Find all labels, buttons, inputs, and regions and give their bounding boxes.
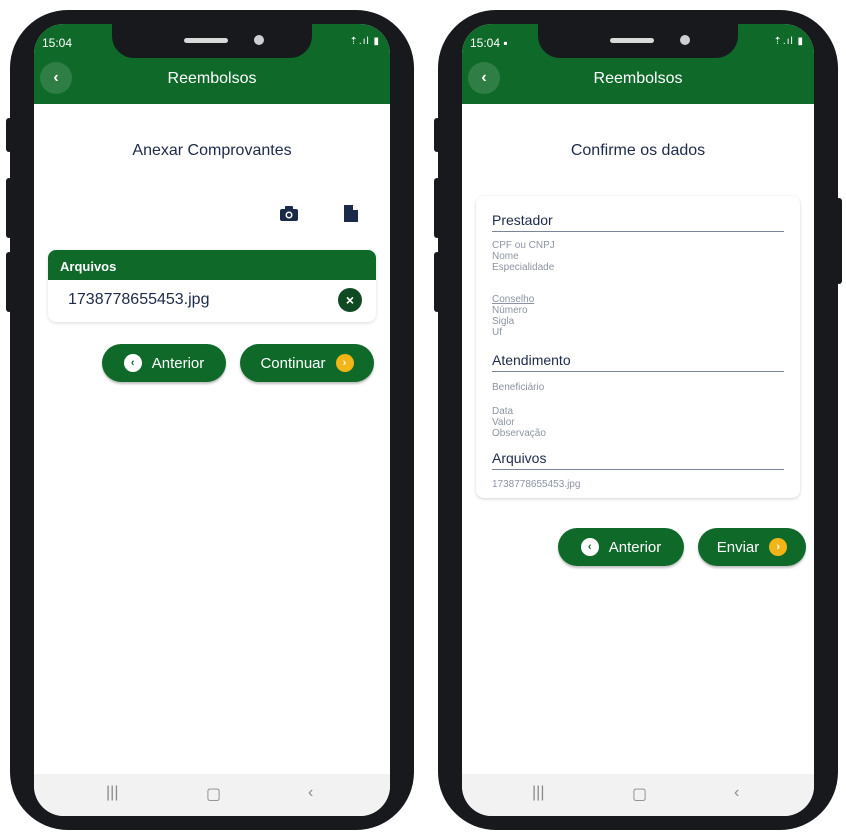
file-name: 1738778655453.jpg <box>68 291 210 308</box>
side-button <box>6 252 12 312</box>
status-icons: ⇡.ıl ▮ <box>349 36 380 47</box>
field-observacao: Observação <box>492 428 546 439</box>
screen: 15:04 ▪ ⇡.ıl ▮ ‹ Reembolsos Confirme os … <box>462 24 814 816</box>
file-button[interactable] <box>340 202 362 224</box>
close-icon: × <box>345 292 355 308</box>
field-conselho: Conselho <box>492 294 535 305</box>
app-bar-title: Reembolsos <box>167 70 257 87</box>
status-time: 15:04 ▪ <box>470 36 508 50</box>
screen: 15:04 ⇡.ıl ▮ ‹ Reembolsos Anexar Comprov… <box>34 24 390 816</box>
files-header: Arquivos <box>48 250 376 280</box>
confirm-card: Prestador CPF ou CNPJ Nome Especialidade… <box>476 196 800 498</box>
notch <box>112 24 312 58</box>
send-label: Enviar <box>716 538 760 556</box>
chevron-left-icon: ‹ <box>580 538 599 556</box>
system-nav-bar: ||| ▢ ‹ <box>462 774 814 816</box>
notch <box>538 24 738 58</box>
chevron-right-icon: › <box>335 354 354 372</box>
app-bar: ‹ Reembolsos <box>462 56 814 104</box>
field-numero: Número <box>492 305 528 316</box>
send-button[interactable]: Enviar › <box>698 528 806 566</box>
section-arquivos: Arquivos <box>492 450 784 470</box>
previous-button[interactable]: ‹ Anterior <box>102 344 226 382</box>
side-button <box>836 198 842 284</box>
field-cpf-cnpj: CPF ou CNPJ <box>492 240 555 251</box>
field-nome: Nome <box>492 251 519 262</box>
back-icon[interactable]: ‹ <box>734 784 739 802</box>
file-row: 1738778655453.jpg × <box>48 280 376 322</box>
side-button <box>434 252 440 312</box>
section-prestador: Prestador <box>492 212 784 232</box>
previous-button[interactable]: ‹ Anterior <box>558 528 684 566</box>
recent-apps-icon[interactable]: ||| <box>106 784 118 802</box>
camera-icon <box>280 205 298 221</box>
field-valor: Valor <box>492 417 515 428</box>
phone-left: 15:04 ⇡.ıl ▮ ‹ Reembolsos Anexar Comprov… <box>6 10 414 830</box>
side-button <box>6 178 12 238</box>
speaker <box>610 38 654 43</box>
front-camera <box>680 35 690 45</box>
page-title: Confirme os dados <box>570 142 706 159</box>
chevron-left-icon: ‹ <box>123 354 142 372</box>
side-button <box>434 178 440 238</box>
app-bar-title: Reembolsos <box>593 70 683 87</box>
speaker <box>184 38 228 43</box>
field-file-name: 1738778655453.jpg <box>492 479 581 490</box>
camera-button[interactable] <box>278 202 300 224</box>
continue-label: Continuar <box>260 354 326 372</box>
previous-label: Anterior <box>608 538 662 556</box>
side-button <box>434 118 440 152</box>
remove-file-button[interactable]: × <box>338 288 362 312</box>
back-icon[interactable]: ‹ <box>308 784 313 802</box>
field-especialidade: Especialidade <box>492 262 555 273</box>
field-uf: Uf <box>492 327 502 338</box>
field-sigla: Sigla <box>492 316 515 327</box>
files-card: Arquivos 1738778655453.jpg × <box>48 250 376 322</box>
phone-right: 15:04 ▪ ⇡.ıl ▮ ‹ Reembolsos Confirme os … <box>434 10 842 830</box>
chevron-right-icon: › <box>769 538 788 556</box>
page-title: Anexar Comprovantes <box>132 142 292 159</box>
side-button <box>6 118 12 152</box>
continue-button[interactable]: Continuar › <box>240 344 374 382</box>
recent-apps-icon[interactable]: ||| <box>532 784 544 802</box>
previous-label: Anterior <box>151 354 205 372</box>
home-icon[interactable]: ▢ <box>206 784 221 804</box>
system-nav-bar: ||| ▢ ‹ <box>34 774 390 816</box>
status-icons: ⇡.ıl ▮ <box>773 36 804 47</box>
file-icon <box>344 204 358 222</box>
app-bar: ‹ Reembolsos <box>34 56 390 104</box>
section-atendimento: Atendimento <box>492 352 784 372</box>
field-beneficiario: Beneficiário <box>492 382 545 393</box>
front-camera <box>254 35 264 45</box>
status-time: 15:04 <box>42 36 73 50</box>
home-icon[interactable]: ▢ <box>632 784 647 804</box>
field-data: Data <box>492 406 514 417</box>
